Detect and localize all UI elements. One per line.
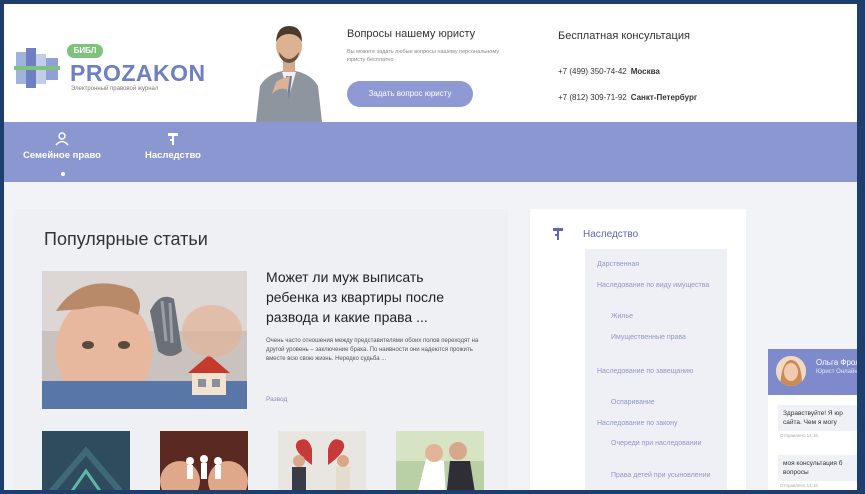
sidebar-link-inheritance-order[interactable]: Очереди при наследовании — [611, 439, 711, 449]
popular-articles-section: Популярные статьи Может ли муж выписать … — [14, 209, 508, 494]
category-sidebar: Наследство Дарственная Наследование по в… — [530, 209, 746, 490]
chat-header[interactable]: Ольга Фрол Юрист Онлайн — [768, 349, 857, 395]
logo-badge: БИБЛ — [67, 44, 103, 58]
featured-article-title[interactable]: Может ли муж выписать ребенка из квартир… — [266, 267, 476, 327]
inheritance-icon — [552, 227, 564, 244]
chat-widget[interactable]: Ольга Фрол Юрист Онлайн Здравствуйте! Я … — [768, 349, 857, 490]
article-thumbnail[interactable] — [160, 431, 248, 494]
site-header: БИБЛ PROZAKON Электронный правовой журна… — [4, 4, 857, 122]
sidebar-link-property-rights[interactable]: Имущественные права — [611, 333, 701, 343]
featured-article-excerpt: Очень часто отношения между представител… — [266, 338, 479, 362]
city-label: Москва — [630, 67, 660, 76]
ask-title: Вопросы нашему юристу — [347, 28, 476, 40]
sidebar-link-contesting[interactable]: Оспаривание — [611, 398, 721, 408]
phone-moscow[interactable]: +7 (499) 350-74-42 Москва — [558, 67, 660, 76]
inheritance-icon — [134, 132, 212, 150]
article-thumbnail[interactable] — [396, 431, 484, 494]
avatar — [776, 356, 806, 386]
window-border — [857, 0, 865, 494]
phone-number: +7 (499) 350-74-42 — [558, 67, 627, 76]
ask-lawyer-button[interactable]: Задать вопрос юристу — [347, 81, 473, 107]
nav-item-family-law[interactable]: Семейное право — [12, 132, 112, 161]
nav-label: Семейное право — [23, 150, 101, 161]
lawyer-photo — [246, 16, 332, 122]
chat-message: Здравствуйте! Я юр сайта. Чем я могу — [778, 405, 857, 431]
sidebar-link-housing[interactable]: Жилье — [611, 312, 721, 322]
chat-agent-role: Юрист Онлайн — [816, 369, 857, 375]
city-label: Санкт-Петербург — [630, 93, 698, 102]
article-thumbnail[interactable] — [42, 431, 130, 494]
ask-description: Вы можете задать любые вопросы нашему пе… — [347, 49, 499, 63]
phone-spb[interactable]: +7 (812) 309-71-92 Санкт-Петербург — [558, 93, 697, 102]
sidebar-link-by-law[interactable]: Наследование по закону — [597, 419, 725, 429]
page-frame: БИБЛ PROZAKON Электронный правовой журна… — [0, 0, 857, 494]
chat-message-time: Отправлено 14:16 — [780, 433, 818, 438]
logo-icon[interactable] — [14, 48, 60, 88]
sidebar-link-by-will[interactable]: Наследование по завещанию — [597, 367, 707, 377]
nav-label: Наследство — [145, 150, 201, 161]
sidebar-link-by-property-type[interactable]: Наследование по виду имущества — [597, 281, 722, 291]
chat-message-time: Отправлено 14:16 — [780, 483, 818, 488]
family-icon — [12, 132, 112, 150]
sidebar-link-gift-deed[interactable]: Дарственная — [597, 260, 717, 270]
sidebar-link-adopted-children[interactable]: Права детей при усыновлении — [611, 471, 711, 481]
sidebar-links: Дарственная Наследование по виду имущест… — [585, 249, 727, 490]
chat-message: моя консультация б вопросы — [778, 455, 857, 481]
nav-item-inheritance[interactable]: Наследство — [134, 132, 212, 161]
active-indicator — [61, 172, 65, 176]
phone-number: +7 (812) 309-71-92 — [558, 93, 627, 102]
featured-article-category[interactable]: Развод — [266, 396, 287, 403]
chat-agent-name: Ольга Фрол — [816, 358, 857, 367]
logo-subtitle: Электронный правовой журнал — [71, 86, 159, 92]
featured-article-image[interactable] — [42, 271, 247, 409]
consult-title: Бесплатная консультация — [558, 30, 690, 42]
article-thumbnail[interactable] — [278, 431, 366, 494]
section-title: Популярные статьи — [44, 229, 208, 249]
main-nav: Семейное право Наследство — [4, 122, 857, 182]
sidebar-heading[interactable]: Наследство — [583, 229, 638, 240]
logo-title[interactable]: PROZAKON — [70, 60, 206, 87]
